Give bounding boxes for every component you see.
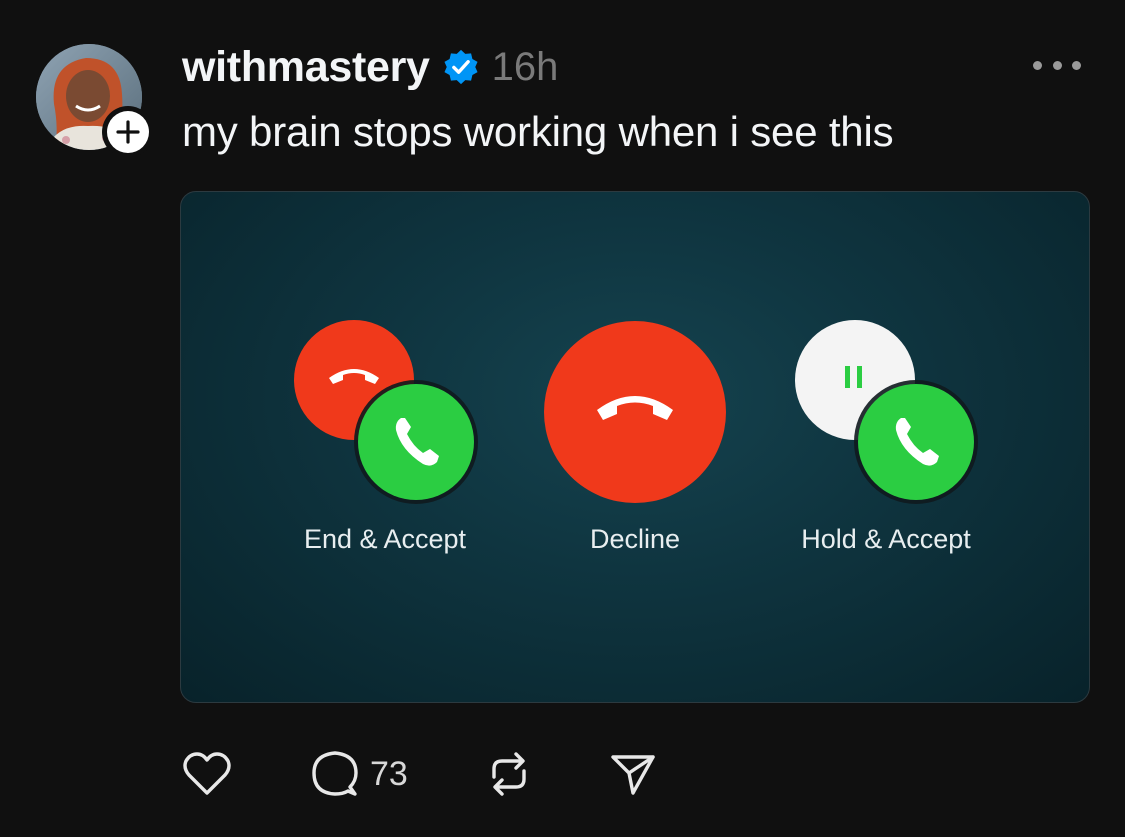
more-icon-dot bbox=[1033, 60, 1042, 70]
plus-icon bbox=[116, 120, 140, 144]
heart-icon bbox=[183, 752, 231, 795]
more-icon-dot bbox=[1052, 60, 1062, 70]
like-button[interactable] bbox=[182, 751, 232, 797]
more-icon-dot bbox=[1072, 60, 1081, 70]
decline-label: Decline bbox=[589, 524, 681, 554]
repost-icon bbox=[492, 752, 526, 796]
reply-count: 73 bbox=[370, 754, 408, 793]
post-header: withmastery 16h bbox=[182, 40, 558, 94]
call-buttons-illustration bbox=[294, 320, 978, 504]
username[interactable]: withmastery bbox=[182, 43, 430, 92]
verified-badge-icon bbox=[444, 49, 478, 85]
avatar-container bbox=[36, 44, 154, 158]
end-accept-graphic bbox=[294, 320, 478, 504]
decline-circle bbox=[544, 321, 726, 503]
hold-accept-label: Hold & Accept bbox=[801, 524, 971, 554]
send-icon bbox=[611, 755, 655, 795]
more-options-button[interactable] bbox=[1033, 50, 1081, 80]
post-image[interactable]: End & Accept Decline Hold & Accept bbox=[180, 191, 1090, 703]
accept-call-circle bbox=[358, 384, 474, 500]
reply-button[interactable]: 73 bbox=[310, 749, 408, 799]
pause-icon-bar bbox=[845, 366, 850, 388]
post-actions: 73 bbox=[182, 746, 658, 802]
share-button[interactable] bbox=[608, 749, 658, 799]
post-timestamp: 16h bbox=[491, 44, 559, 89]
hold-accept-graphic bbox=[795, 320, 978, 504]
comment-icon bbox=[312, 751, 358, 796]
follow-button[interactable] bbox=[102, 106, 154, 158]
pause-icon-bar bbox=[857, 366, 862, 388]
post-text: my brain stops working when i see this bbox=[182, 108, 894, 155]
accept-call-circle bbox=[858, 384, 974, 500]
repost-button[interactable] bbox=[484, 749, 534, 799]
end-accept-label: End & Accept bbox=[303, 524, 467, 554]
decline-graphic bbox=[544, 321, 726, 503]
